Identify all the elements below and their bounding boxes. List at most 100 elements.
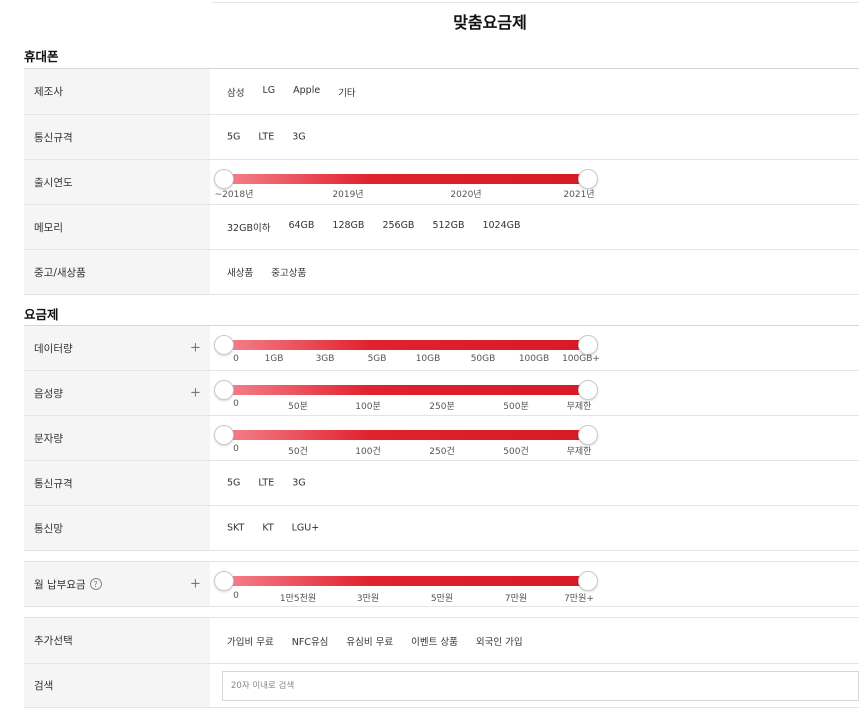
row-manufacturer: 제조사 삼성 LG Apple 기타 — [24, 69, 859, 115]
tick-label: 10GB — [415, 354, 441, 364]
sms-slider-track[interactable] — [224, 430, 588, 440]
row-label-manufacturer: 제조사 — [24, 69, 210, 114]
row-sms: 문자량 0 50건 100건 250건 500건 무제한 — [24, 416, 859, 461]
option-new[interactable]: 새상품 — [227, 265, 253, 279]
tick-label: 2019년 — [332, 190, 364, 200]
row-condition: 중고/새상품 새상품 중고상품 — [24, 250, 859, 295]
tick-label: 5만원 — [430, 594, 454, 604]
option-lte[interactable]: LTE — [258, 132, 274, 143]
tick-label: 250건 — [429, 447, 455, 457]
row-label-plan-network-spec: 통신규격 — [24, 461, 210, 505]
option-samsung[interactable]: 삼성 — [227, 85, 244, 99]
row-plan-network-spec: 통신규격 5G LTE 3G — [24, 461, 859, 506]
tick-label: 5GB — [367, 354, 387, 364]
voice-slider-max-handle[interactable] — [578, 380, 598, 400]
tick-label: 0 — [233, 399, 239, 409]
row-label-release-year: 출시연도 — [24, 160, 210, 204]
option-free-signup[interactable]: 가입비 무료 — [227, 634, 274, 648]
memory-options: 32GB이하 64GB 128GB 256GB 512GB 1024GB — [227, 220, 521, 234]
row-monthly-fee: 월 납부요금 ? + 0 1만5천원 3만원 5만원 7만원 7만원+ — [24, 561, 859, 607]
sms-slider-max-handle[interactable] — [578, 425, 598, 445]
search-field[interactable] — [222, 671, 859, 701]
tick-label: 100건 — [355, 447, 381, 457]
row-voice: 음성량 + 0 50분 100분 250분 500분 무제한 — [24, 371, 859, 416]
search-input[interactable] — [231, 681, 858, 691]
tick-label: 50GB — [470, 354, 496, 364]
option-lte[interactable]: LTE — [258, 478, 274, 489]
monthly-fee-slider-max-handle[interactable] — [578, 571, 598, 591]
row-label-search: 검색 — [24, 664, 210, 707]
tick-label: ~2018년 — [214, 190, 254, 200]
tick-label: 100GB — [518, 354, 550, 364]
monthly-fee-slider-track[interactable] — [224, 576, 588, 586]
tick-label: 3GB — [315, 354, 335, 364]
row-label-memory: 메모리 — [24, 205, 210, 249]
option-1024gb[interactable]: 1024GB — [482, 220, 520, 234]
tick-label: 100분 — [355, 402, 381, 412]
option-64gb[interactable]: 64GB — [288, 220, 314, 234]
option-5g[interactable]: 5G — [227, 132, 240, 143]
row-label-condition: 중고/새상품 — [24, 250, 210, 294]
release-year-slider-min-handle[interactable] — [214, 169, 234, 189]
tick-label: 무제한 — [566, 447, 592, 457]
sms-slider-min-handle[interactable] — [214, 425, 234, 445]
option-5g[interactable]: 5G — [227, 478, 240, 489]
option-used[interactable]: 중고상품 — [271, 265, 306, 279]
row-label-sms: 문자량 — [24, 416, 210, 460]
tick-label: 1만5천원 — [279, 594, 317, 604]
tick-label: 2021년 — [563, 190, 595, 200]
plan-network-spec-options: 5G LTE 3G — [227, 478, 306, 489]
option-kt[interactable]: KT — [262, 523, 273, 534]
plus-icon[interactable]: + — [190, 578, 201, 591]
option-3g[interactable]: 3G — [292, 478, 305, 489]
option-other[interactable]: 기타 — [338, 85, 355, 99]
top-divider — [212, 2, 859, 3]
row-label-network-spec: 통신규격 — [24, 115, 210, 159]
option-512gb[interactable]: 512GB — [432, 220, 464, 234]
option-nfc-usim[interactable]: NFC유심 — [292, 634, 329, 648]
voice-slider-track[interactable] — [224, 385, 588, 395]
option-event[interactable]: 이벤트 상품 — [411, 634, 458, 648]
option-skt[interactable]: SKT — [227, 523, 244, 534]
option-lgu[interactable]: LGU+ — [292, 523, 320, 534]
tick-label: 50분 — [288, 402, 308, 412]
help-icon[interactable]: ? — [89, 578, 102, 590]
option-128gb[interactable]: 128GB — [332, 220, 364, 234]
plus-icon[interactable]: + — [190, 342, 201, 355]
row-label-monthly-fee: 월 납부요금 ? — [24, 562, 210, 606]
release-year-slider-track[interactable] — [224, 174, 588, 184]
manufacturer-options: 삼성 LG Apple 기타 — [227, 85, 356, 99]
tick-label: 50건 — [288, 447, 308, 457]
tick-label: 3만원 — [356, 594, 380, 604]
option-32gb-under[interactable]: 32GB이하 — [227, 220, 270, 234]
option-lg[interactable]: LG — [262, 85, 275, 99]
tick-label: 0 — [233, 354, 239, 364]
option-256gb[interactable]: 256GB — [382, 220, 414, 234]
release-year-slider-max-handle[interactable] — [578, 169, 598, 189]
tick-label: 500건 — [503, 447, 529, 457]
option-3g[interactable]: 3G — [292, 132, 305, 143]
data-slider-max-handle[interactable] — [578, 335, 598, 355]
row-carrier: 통신망 SKT KT LGU+ — [24, 506, 859, 551]
tick-label: 무제한 — [566, 402, 592, 412]
option-free-usim[interactable]: 유심비 무료 — [346, 634, 393, 648]
monthly-fee-label-text: 월 납부요금 — [34, 578, 86, 591]
data-slider-min-handle[interactable] — [214, 335, 234, 355]
option-foreigner[interactable]: 외국인 가입 — [476, 634, 523, 648]
plus-icon[interactable]: + — [190, 387, 201, 400]
row-search: 검색 — [24, 664, 859, 708]
section-title-phone: 휴대폰 — [24, 49, 59, 64]
extra-options: 가입비 무료 NFC유심 유심비 무료 이벤트 상품 외국인 가입 — [227, 634, 523, 648]
option-apple[interactable]: Apple — [293, 85, 320, 99]
row-release-year: 출시연도 ~2018년 2019년 2020년 2021년 — [24, 160, 859, 205]
custom-plan-page: 맞춤요금제 휴대폰 제조사 삼성 LG Apple 기타 통신규격 5G LTE… — [0, 0, 859, 725]
tick-label: 500분 — [503, 402, 529, 412]
tick-label: 7만원+ — [564, 594, 594, 604]
tick-label: 2020년 — [450, 190, 482, 200]
data-slider-track[interactable] — [224, 340, 588, 350]
row-extra: 추가선택 가입비 무료 NFC유심 유심비 무료 이벤트 상품 외국인 가입 — [24, 617, 859, 664]
monthly-fee-slider-min-handle[interactable] — [214, 571, 234, 591]
tick-label: 100GB+ — [562, 354, 600, 364]
row-label-extra: 추가선택 — [24, 618, 210, 663]
voice-slider-min-handle[interactable] — [214, 380, 234, 400]
